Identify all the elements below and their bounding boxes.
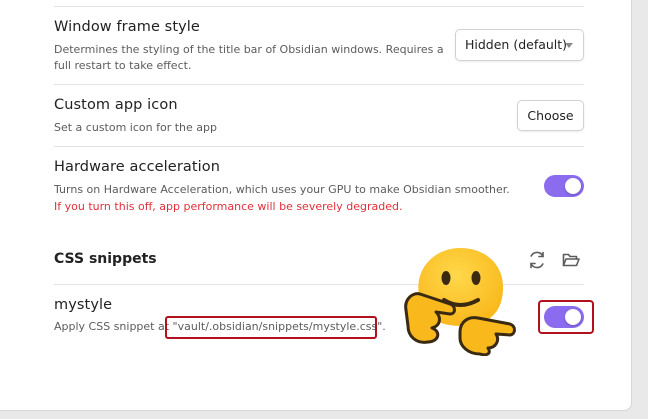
thinking-hands-emoji-icon bbox=[402, 240, 520, 357]
hardware-acceleration-warning: If you turn this off, app performance wi… bbox=[54, 200, 403, 213]
toggle-highlight-box bbox=[538, 300, 594, 334]
window-frame-style-dropdown[interactable]: Hidden (default) bbox=[455, 29, 584, 61]
toggle-knob bbox=[565, 178, 581, 194]
hardware-acceleration-name: Hardware acceleration bbox=[54, 159, 221, 175]
window-frame-style-desc-line2: full restart to take effect. bbox=[54, 59, 192, 72]
custom-app-icon-desc: Set a custom icon for the app bbox=[54, 121, 217, 134]
hardware-acceleration-toggle[interactable] bbox=[544, 175, 584, 197]
scrollbar-track[interactable] bbox=[632, 0, 648, 419]
refresh-icon[interactable] bbox=[527, 250, 547, 270]
css-snippets-heading: CSS snippets bbox=[54, 251, 157, 267]
snippet-name: mystyle bbox=[54, 297, 113, 313]
chevron-down-icon bbox=[565, 43, 573, 48]
divider bbox=[54, 146, 584, 147]
hardware-acceleration-desc: Turns on Hardware Acceleration, which us… bbox=[54, 183, 510, 196]
window-bottom-edge bbox=[0, 411, 648, 419]
settings-panel: Window frame style Determines the stylin… bbox=[0, 0, 632, 411]
snippet-desc-prefix: Apply CSS snippet at bbox=[54, 320, 173, 333]
divider bbox=[54, 6, 584, 7]
folder-open-icon[interactable] bbox=[561, 250, 581, 270]
window-frame-style-desc-line1: Determines the styling of the title bar … bbox=[54, 43, 444, 56]
custom-app-icon-name: Custom app icon bbox=[54, 97, 178, 113]
window-frame-style-name: Window frame style bbox=[54, 19, 200, 35]
choose-button[interactable]: Choose bbox=[517, 100, 584, 131]
path-highlight-box bbox=[165, 316, 377, 339]
divider bbox=[54, 84, 584, 85]
dropdown-value: Hidden (default) bbox=[465, 37, 568, 52]
